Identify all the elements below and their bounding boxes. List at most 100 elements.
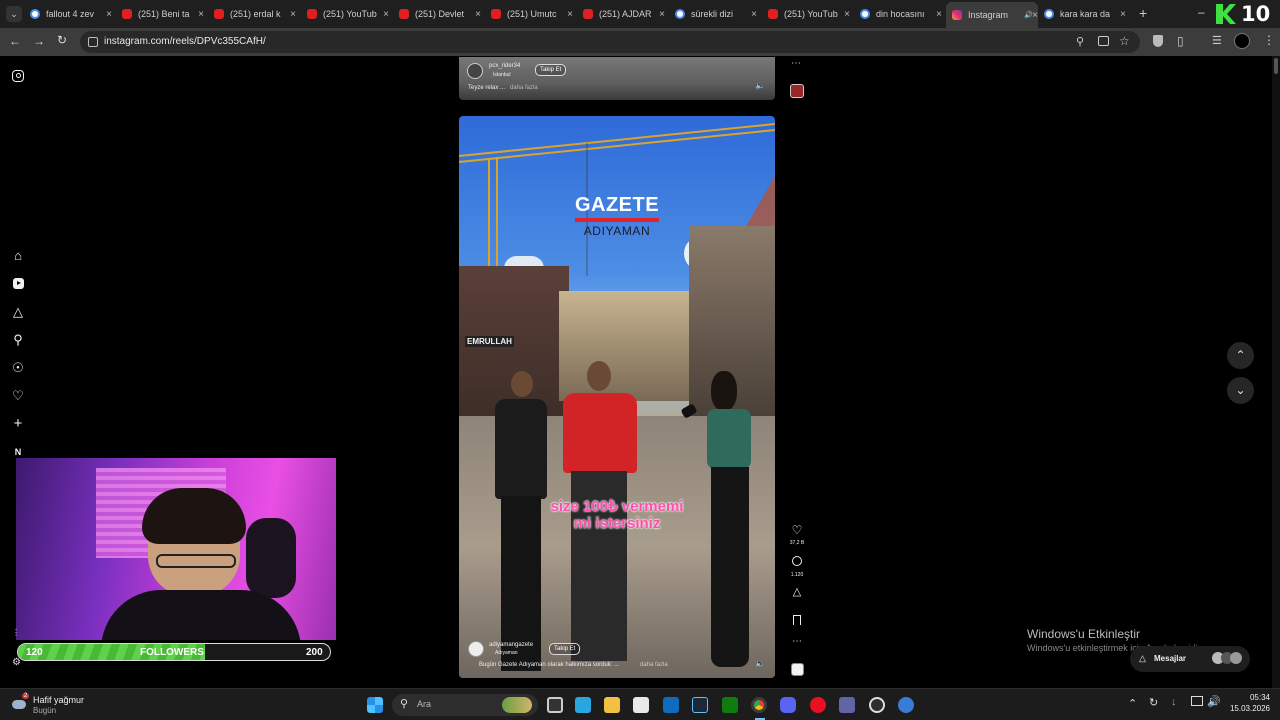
tray-sync-icon[interactable]: ↻ bbox=[1149, 696, 1158, 709]
browser-tab[interactable]: (251) Umutc × bbox=[491, 4, 573, 24]
share-icon[interactable]: △ bbox=[789, 585, 805, 598]
browser-tab[interactable]: (251) Devlet × bbox=[399, 4, 481, 24]
reel-author-avatar[interactable] bbox=[468, 641, 484, 657]
outlook-icon[interactable] bbox=[663, 697, 679, 713]
minimize-icon[interactable]: – bbox=[1198, 5, 1205, 19]
reel-more-link[interactable]: daha fazla bbox=[640, 662, 668, 668]
like-button[interactable]: ♡ 37,2 B bbox=[789, 521, 805, 546]
previous-audio-thumbnail[interactable] bbox=[790, 84, 804, 98]
address-bar[interactable]: instagram.com/reels/DPVc355CAfH/ ⚲ ☆ bbox=[80, 31, 1140, 53]
network-icon[interactable] bbox=[1191, 696, 1203, 706]
close-tab-icon[interactable]: × bbox=[751, 9, 757, 20]
media-player-icon[interactable] bbox=[810, 697, 826, 713]
page-scrollbar[interactable] bbox=[1272, 56, 1280, 688]
browser-tab[interactable]: Instagram 🔊 × bbox=[946, 2, 1038, 28]
taskbar-search[interactable]: ⚲ Ara bbox=[392, 694, 538, 716]
chrome-icon[interactable] bbox=[751, 697, 767, 713]
xbox-icon[interactable] bbox=[722, 697, 738, 713]
bookmark-star-icon[interactable]: ☆ bbox=[1119, 34, 1130, 48]
reels-icon[interactable] bbox=[11, 277, 25, 291]
windows-start-icon[interactable] bbox=[367, 697, 383, 713]
comment-button[interactable]: 1.120 bbox=[789, 553, 805, 578]
previous-reel[interactable]: pcx_rider34 İstanbul Takip Et Teyze rela… bbox=[459, 57, 775, 100]
browser-tab[interactable]: sürekli dizi × bbox=[675, 4, 757, 24]
browser-tab[interactable]: kara kara da × bbox=[1044, 4, 1126, 24]
teams-icon[interactable] bbox=[839, 697, 855, 713]
browser-tab[interactable]: (251) YouTub × bbox=[307, 4, 389, 24]
messages-icon[interactable]: △ bbox=[11, 305, 25, 319]
browser-tab[interactable]: (251) Beni ta × bbox=[122, 4, 204, 24]
close-tab-icon[interactable]: × bbox=[1032, 10, 1038, 21]
notifications-heart-icon[interactable]: ♡ bbox=[11, 389, 25, 403]
browser-menu-icon[interactable]: ⋮ bbox=[1263, 33, 1275, 47]
close-tab-icon[interactable]: × bbox=[198, 9, 204, 20]
speaker-icon[interactable]: 🔊 bbox=[1207, 695, 1221, 708]
explore-icon[interactable]: ☉ bbox=[11, 361, 25, 375]
url-text[interactable]: instagram.com/reels/DPVc355CAfH/ bbox=[104, 36, 266, 47]
search-icon[interactable]: ⚲ bbox=[11, 333, 25, 347]
reload-icon[interactable]: ↻ bbox=[57, 33, 67, 47]
next-reel-button[interactable]: ⌄ bbox=[1227, 377, 1254, 404]
k-logo-icon bbox=[1216, 4, 1236, 24]
close-tab-icon[interactable]: × bbox=[567, 9, 573, 20]
previous-more-options-icon[interactable]: ⋯ bbox=[791, 58, 801, 69]
profile-icon[interactable]: N bbox=[11, 445, 25, 459]
more-options-icon[interactable]: ⋯ bbox=[789, 636, 805, 647]
browser-tab[interactable]: fallout 4 zev × bbox=[30, 4, 112, 24]
close-tab-icon[interactable]: × bbox=[290, 9, 296, 20]
forward-icon[interactable]: → bbox=[33, 34, 45, 48]
profile-avatar[interactable] bbox=[1234, 33, 1250, 49]
tray-chevron-up-icon[interactable]: ⌃ bbox=[1128, 697, 1137, 710]
vpn-app-icon[interactable] bbox=[898, 697, 914, 713]
tab-search-button[interactable]: ⌄ bbox=[6, 6, 22, 22]
scrollbar-thumb[interactable] bbox=[1274, 58, 1278, 74]
new-tab-button[interactable]: + bbox=[1139, 5, 1147, 21]
close-tab-icon[interactable]: × bbox=[659, 9, 665, 20]
reel-author-username[interactable]: adiyamangazete bbox=[489, 642, 533, 648]
messages-pill[interactable]: △ Mesajlar bbox=[1130, 646, 1250, 672]
previous-follow-button[interactable]: Takip Et bbox=[535, 64, 567, 76]
zoom-icon[interactable]: ⚲ bbox=[1076, 35, 1084, 48]
obs-app-icon[interactable] bbox=[869, 697, 885, 713]
close-tab-icon[interactable]: × bbox=[475, 9, 481, 20]
close-tab-icon[interactable]: × bbox=[844, 9, 850, 20]
previous-reel-button[interactable]: ⌃ bbox=[1227, 342, 1254, 369]
previous-reel-username[interactable]: pcx_rider34 bbox=[489, 63, 520, 69]
browser-tab[interactable]: din hocasını × bbox=[860, 4, 942, 24]
task-view-icon[interactable] bbox=[547, 697, 563, 713]
browser-tab[interactable]: (251) AJDAR × bbox=[583, 4, 665, 24]
weather-widget[interactable]: 2 Hafif yağmur Bugün bbox=[10, 693, 110, 717]
browser-tab[interactable]: (251) erdal k × bbox=[214, 4, 296, 24]
previous-reel-avatar[interactable] bbox=[467, 63, 483, 79]
follow-button[interactable]: Takip Et bbox=[549, 643, 581, 655]
youtube-icon bbox=[768, 9, 778, 19]
site-info-icon[interactable] bbox=[88, 37, 98, 47]
tray-download-icon[interactable]: ↓ bbox=[1171, 696, 1177, 708]
file-explorer-icon[interactable] bbox=[604, 697, 620, 713]
install-app-icon[interactable] bbox=[1098, 36, 1109, 46]
instagram-logo-icon[interactable] bbox=[12, 70, 24, 82]
media-control-icon[interactable]: ☰ bbox=[1212, 34, 1222, 47]
volume-icon[interactable]: 🔈 bbox=[755, 659, 765, 668]
create-icon[interactable]: + bbox=[11, 416, 25, 431]
current-reel-video[interactable]: EMRULLAH GAZETE ADIYAMAN size 100₺ verme… bbox=[459, 116, 775, 678]
steam-icon[interactable] bbox=[692, 697, 708, 713]
extensions-icon[interactable]: ▯ bbox=[1177, 34, 1184, 48]
previous-reel-more-link[interactable]: daha fazla bbox=[510, 85, 538, 91]
previous-volume-icon[interactable]: 🔈 bbox=[755, 81, 765, 90]
browser-tab[interactable]: (251) YouTub × bbox=[768, 4, 850, 24]
monitor-app-icon[interactable] bbox=[575, 697, 591, 713]
discord-icon[interactable] bbox=[780, 697, 796, 713]
close-tab-icon[interactable]: × bbox=[1120, 9, 1126, 20]
taskbar-clock[interactable]: 05:34 15.03.2026 bbox=[1226, 693, 1270, 713]
close-tab-icon[interactable]: × bbox=[383, 9, 389, 20]
audio-thumbnail[interactable] bbox=[789, 663, 805, 681]
store-icon[interactable] bbox=[633, 697, 649, 713]
home-icon[interactable]: ⌂ bbox=[11, 249, 25, 263]
back-icon[interactable]: ← bbox=[9, 34, 21, 48]
shop-sign: EMRULLAH bbox=[465, 336, 514, 347]
shield-extension-icon[interactable] bbox=[1153, 35, 1163, 47]
save-bookmark-icon[interactable] bbox=[789, 612, 805, 630]
close-tab-icon[interactable]: × bbox=[106, 9, 112, 20]
close-tab-icon[interactable]: × bbox=[936, 9, 942, 20]
